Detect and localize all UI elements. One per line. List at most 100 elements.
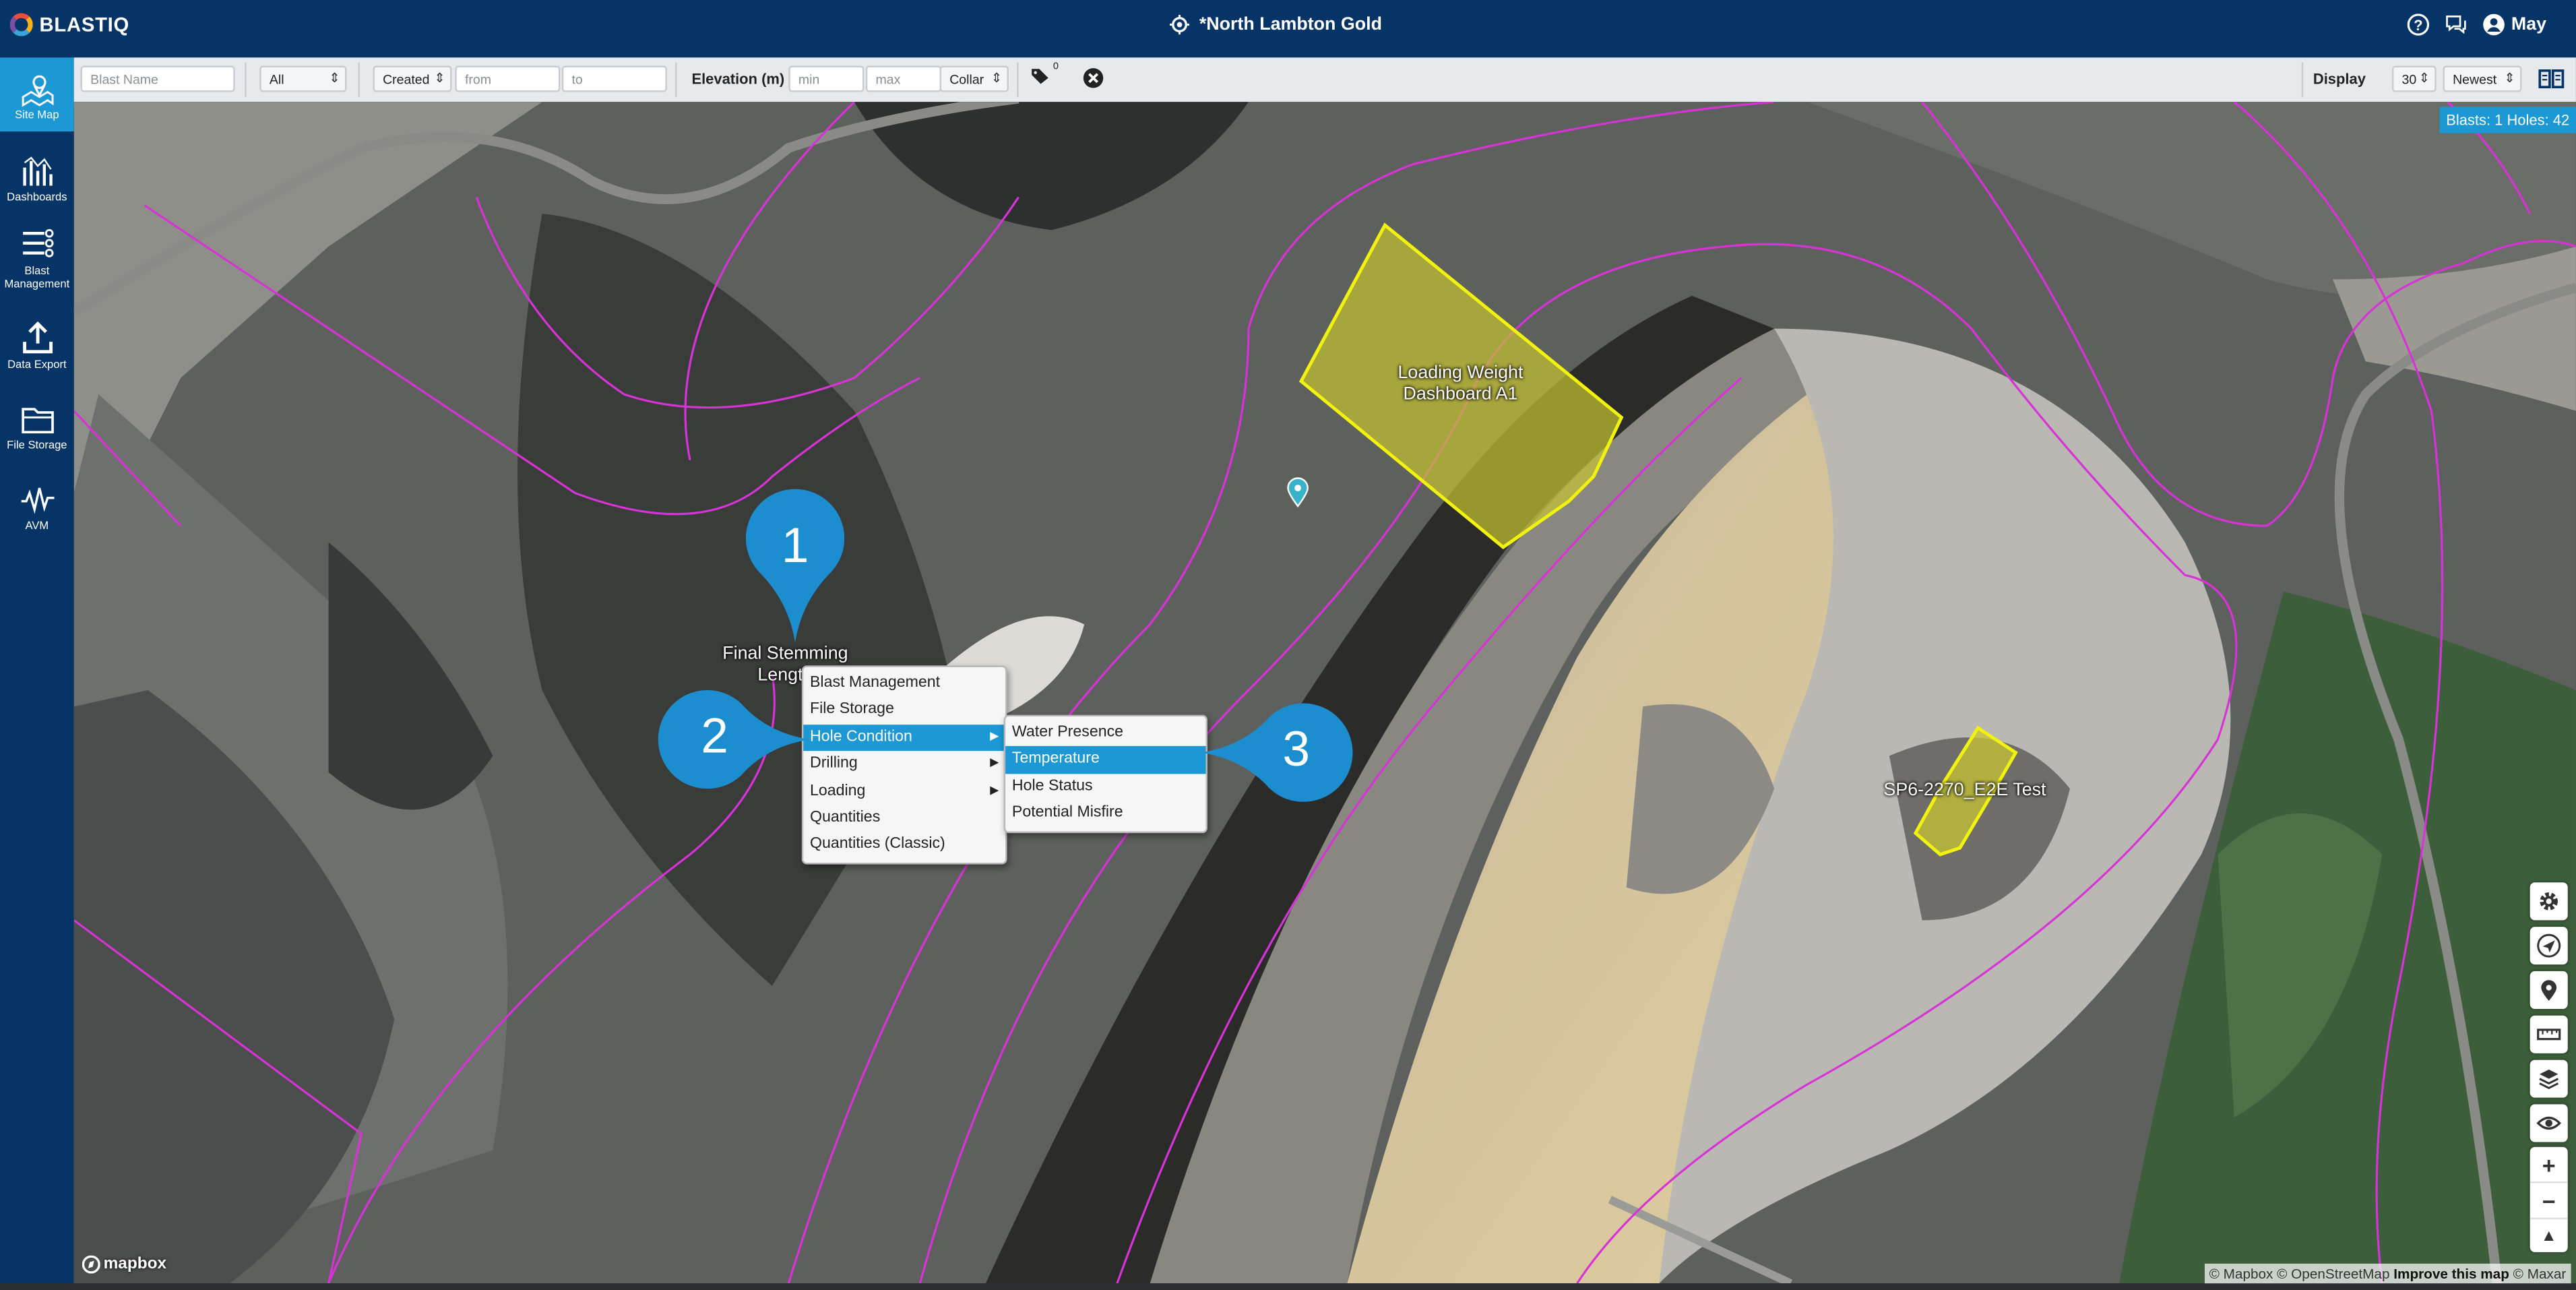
callout-number: 1 <box>781 519 809 574</box>
layers-icon <box>2539 1069 2559 1089</box>
blast-name-input[interactable]: Blast Name <box>80 65 235 92</box>
menu-item-label: File Storage <box>809 700 894 719</box>
sidebar-item-label: Blast Management <box>4 266 70 291</box>
menu-item-label: Hole Status <box>1011 776 1093 795</box>
blast-management-icon <box>22 228 53 257</box>
sidebar: Site Map Dashboards Blast Management Dat… <box>0 57 74 1290</box>
layers-button[interactable] <box>2530 1059 2568 1098</box>
elevation-label: Elevation (m) <box>691 70 785 88</box>
menu-item-loading[interactable]: Loading ▶ <box>803 778 1005 805</box>
avm-waveform-icon <box>20 487 54 514</box>
partial-label-line: Final Stemming <box>722 644 848 664</box>
measure-button[interactable] <box>2530 1015 2568 1053</box>
attribution-prefix[interactable]: © Mapbox © OpenStreetMap <box>2209 1265 2390 1281</box>
sidebar-item-file-storage[interactable]: File Storage <box>0 401 74 454</box>
sidebar-item-site-map[interactable]: Site Map <box>0 57 74 132</box>
zoom-out-button[interactable]: − <box>2530 1183 2568 1220</box>
divider <box>245 62 247 97</box>
polygon-label-line: Dashboard A1 <box>1403 384 1518 404</box>
zoom-controls: + − ▲ <box>2530 1146 2568 1254</box>
tags-filter-button[interactable]: 0 <box>1030 63 1063 94</box>
submenu-item-water-presence[interactable]: Water Presence <box>1005 720 1205 747</box>
date-to-input[interactable]: to <box>561 65 667 92</box>
callout-marker-3: 3 <box>1201 703 1355 802</box>
location-target-icon <box>1169 14 1190 35</box>
attribution-suffix[interactable]: © Maxar <box>2513 1265 2567 1281</box>
menu-item-label: Quantities (Classic) <box>809 835 945 854</box>
callout-marker-2: 2 <box>656 690 810 789</box>
status-select[interactable]: All <box>259 65 347 92</box>
site-selector[interactable]: *North Lambton Gold <box>1169 14 1382 35</box>
menu-item-blast-management[interactable]: Blast Management <box>803 671 1005 698</box>
site-map[interactable] <box>73 102 2576 1284</box>
user-avatar-icon <box>2482 13 2504 36</box>
site-map-icon <box>21 75 53 107</box>
visibility-button[interactable] <box>2530 1104 2568 1142</box>
elevation-min-input[interactable]: min <box>788 65 865 92</box>
elevation-max-input[interactable]: max <box>865 65 942 92</box>
display-count-select[interactable]: 30 <box>2391 65 2437 92</box>
sidebar-item-blast-management[interactable]: Blast Management <box>0 226 74 293</box>
elevation-reference-select[interactable]: Collar <box>939 65 1009 92</box>
map-settings-button[interactable] <box>2530 882 2568 921</box>
menu-item-label: Potential Misfire <box>1011 803 1123 822</box>
submenu-arrow-icon: ▶ <box>990 731 999 743</box>
toggle-panel-button[interactable] <box>2538 67 2565 90</box>
compass-button[interactable]: ▲ <box>2530 1219 2568 1254</box>
sidebar-item-label: File Storage <box>7 440 67 452</box>
gear-icon <box>2540 892 2558 911</box>
close-circle-icon <box>1083 68 1104 88</box>
date-type-select[interactable]: Created <box>373 65 452 92</box>
tag-count: 0 <box>1053 62 1059 73</box>
blasts-holes-counter: Blasts: 1 Holes: 42 <box>2439 106 2576 133</box>
sidebar-item-label: Data Export <box>7 359 67 372</box>
submenu-item-temperature[interactable]: Temperature <box>1005 746 1206 774</box>
map-attribution: © Mapbox © OpenStreetMap Improve this ma… <box>2204 1263 2571 1284</box>
mapbox-logo-text: mapbox <box>103 1255 167 1274</box>
sidebar-item-dashboards[interactable]: Dashboards <box>0 153 74 206</box>
sidebar-item-data-export[interactable]: Data Export <box>0 320 74 373</box>
ruler-icon <box>2537 1028 2561 1041</box>
mapbox-logo[interactable]: mapbox <box>82 1255 167 1274</box>
divider <box>2301 62 2304 97</box>
site-name: *North Lambton Gold <box>1199 14 1382 35</box>
display-label: Display <box>2313 70 2366 88</box>
feedback-icon[interactable] <box>2444 13 2467 36</box>
clear-filters-button[interactable] <box>1083 67 1104 94</box>
mapbox-logo-icon <box>82 1255 100 1274</box>
sidebar-item-avm[interactable]: AVM <box>0 481 74 534</box>
submenu-arrow-icon: ▶ <box>990 758 999 770</box>
divider <box>358 62 360 97</box>
filter-bar: Blast Name All Created from to Elevation… <box>73 57 2576 104</box>
logo-ring-icon <box>9 13 33 36</box>
eye-icon <box>2536 1116 2561 1130</box>
menu-item-label: Blast Management <box>809 673 941 692</box>
menu-item-label: Water Presence <box>1011 723 1124 741</box>
menu-item-file-storage[interactable]: File Storage <box>803 698 1005 725</box>
hole-condition-submenu: Water Presence Temperature Hole Status P… <box>1003 714 1208 833</box>
navigate-button[interactable] <box>2530 927 2568 965</box>
menu-item-quantities-classic[interactable]: Quantities (Classic) <box>803 832 1005 859</box>
blastiq-logo[interactable]: BLASTIQ <box>9 13 129 36</box>
help-icon[interactable]: ? <box>2406 13 2429 36</box>
submenu-item-potential-misfire[interactable]: Potential Misfire <box>1005 801 1205 828</box>
divider <box>675 62 677 97</box>
menu-item-hole-condition[interactable]: Hole Condition ▶ <box>803 724 1006 751</box>
sidebar-item-label: Site Map <box>15 110 59 122</box>
menu-item-drilling[interactable]: Drilling ▶ <box>803 751 1005 778</box>
menu-item-quantities[interactable]: Quantities <box>803 805 1005 832</box>
blast-polygon-label[interactable]: SP6-2270_E2E Test <box>1873 780 2056 802</box>
menu-item-label: Hole Condition <box>809 727 912 746</box>
locate-button[interactable] <box>2530 971 2568 1009</box>
callout-marker-1: 1 <box>745 487 845 643</box>
submenu-item-hole-status[interactable]: Hole Status <box>1005 774 1205 801</box>
zoom-in-button[interactable]: + <box>2530 1147 2568 1184</box>
improve-map-link[interactable]: Improve this map <box>2393 1265 2509 1281</box>
user-menu[interactable]: May <box>2482 13 2546 36</box>
date-from-input[interactable]: from <box>455 65 561 92</box>
menu-item-label: Drilling <box>809 754 858 773</box>
data-export-icon <box>22 321 52 354</box>
blast-polygon-label[interactable]: Loading Weight Dashboard A1 <box>1362 363 1559 406</box>
sidebar-item-label: AVM <box>25 520 49 532</box>
sort-order-select[interactable]: Newest <box>2443 65 2522 92</box>
